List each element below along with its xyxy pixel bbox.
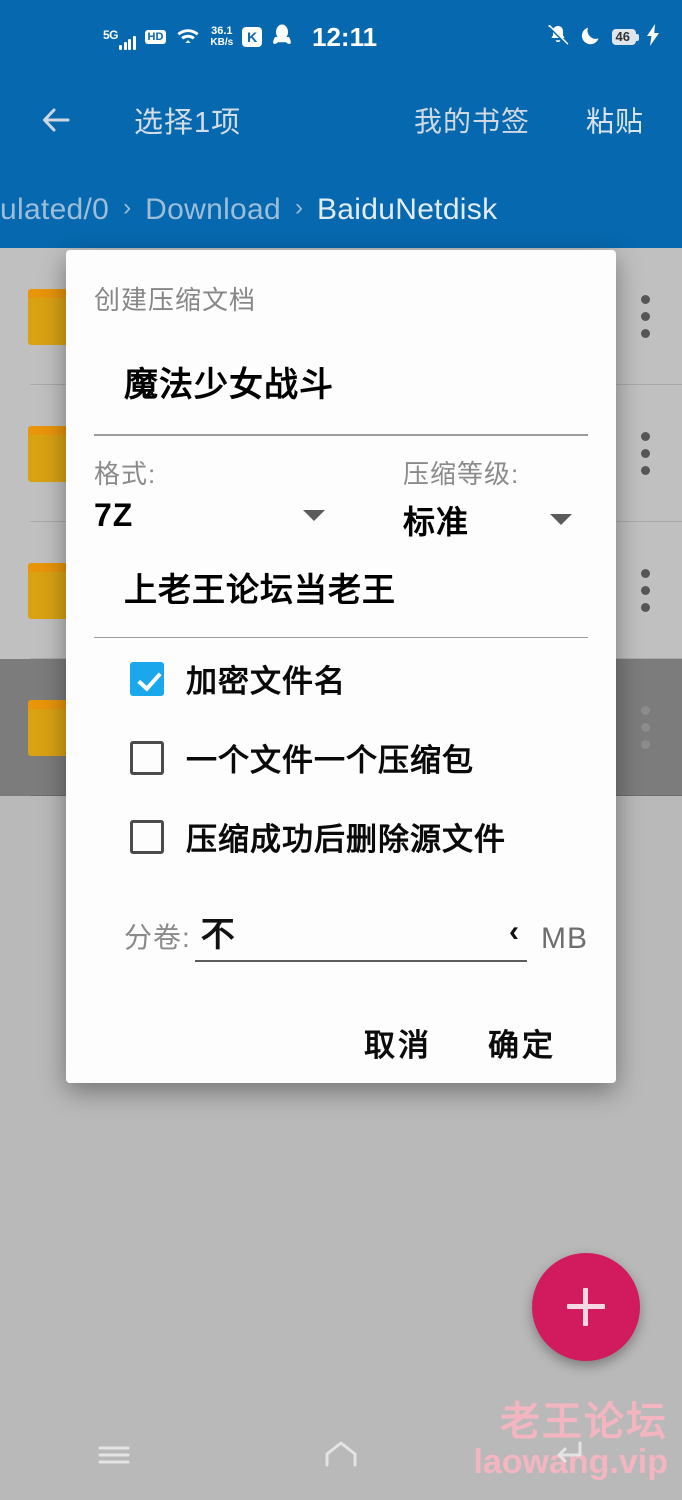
phone-screen: 5G HD 36.1 KB/s K 12:11 46 选择1项 我的书签 粘贴 … [0,0,682,1500]
level-column: 压缩等级: 标准 [341,454,588,543]
checkbox-unchecked-icon[interactable] [130,819,164,854]
dialog-actions: 取消 确定 [94,1020,588,1065]
password-input[interactable]: 上老王论坛当老王 [94,563,588,611]
format-and-level-row: 格式: 7Z 压缩等级: 标准 [94,454,588,543]
cancel-button[interactable]: 取消 [364,1020,432,1065]
checkbox-row-delete-source-after[interactable]: 压缩成功后删除源文件 [130,814,588,859]
checkbox-row-encrypt-filenames[interactable]: 加密文件名 [130,656,588,701]
checkbox-label: 加密文件名 [186,664,346,699]
split-volume-row: 分卷: 不 ‹ MB [124,907,588,962]
split-size-input[interactable]: 不 ‹ [194,907,527,962]
checkbox-row-one-archive-per-file[interactable]: 一个文件一个压缩包 [130,735,588,780]
split-unit-label: MB [541,922,588,955]
level-value: 标准 [403,503,470,540]
divider [94,636,588,638]
chevron-left-icon[interactable]: ‹ [509,916,519,947]
dialog-title: 创建压缩文档 [94,285,257,315]
create-archive-dialog: 创建压缩文档 魔法少女战斗 格式: 7Z 压缩等级: 标准 上老王论坛当老王 加… [66,250,616,1083]
archive-name-input[interactable]: 魔法少女战斗 [94,357,588,406]
checkbox-unchecked-icon[interactable] [130,740,164,775]
split-label: 分卷: [124,922,191,953]
format-dropdown[interactable]: 7Z [94,497,341,534]
checkbox-checked-icon[interactable] [130,661,164,696]
level-label: 压缩等级: [403,458,520,489]
format-label: 格式: [94,458,157,489]
format-value: 7Z [94,496,134,533]
level-dropdown[interactable]: 标准 [375,497,588,543]
chevron-down-icon [303,509,325,521]
checkbox-label: 一个文件一个压缩包 [186,743,474,778]
confirm-button[interactable]: 确定 [488,1020,556,1065]
divider [94,434,588,436]
format-column: 格式: 7Z [94,454,341,543]
chevron-down-icon [550,514,572,525]
checkbox-label: 压缩成功后删除源文件 [186,822,506,857]
split-value: 不 [200,916,235,954]
